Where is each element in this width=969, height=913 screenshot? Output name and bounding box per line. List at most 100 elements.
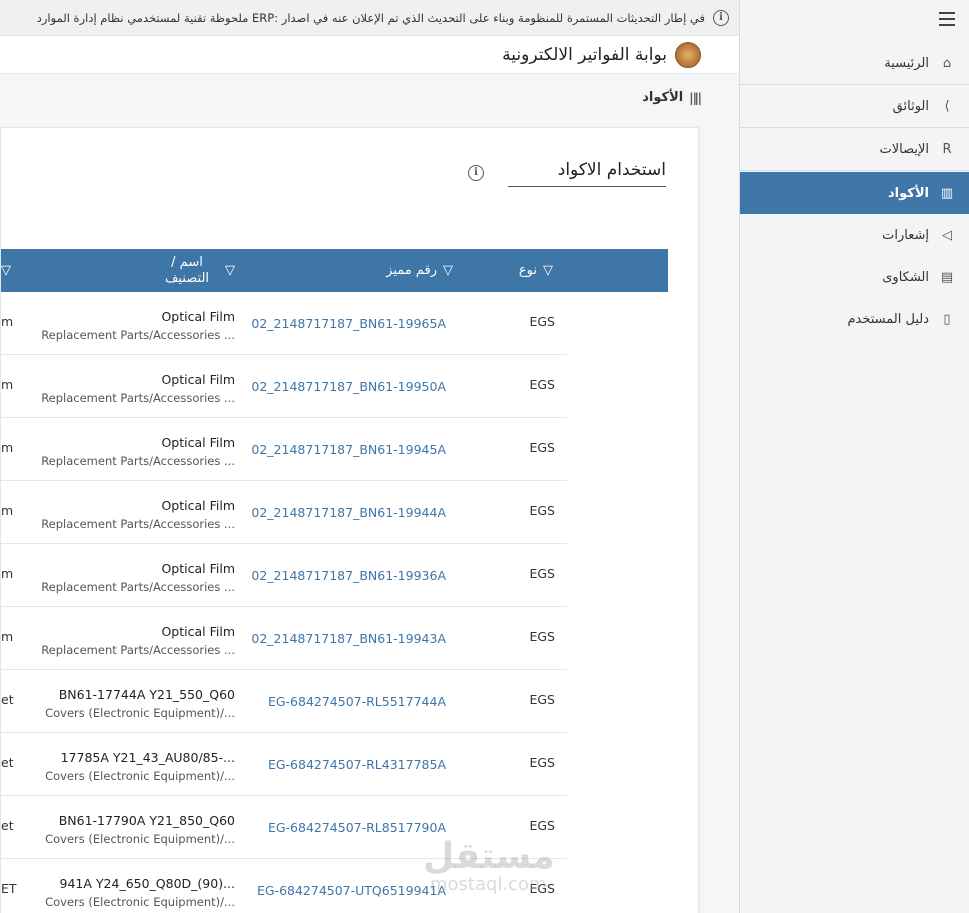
cell-code-link[interactable]: EG-684274507-RL8517790A [268,820,446,835]
portal-title: بوابة الفواتير الالكترونية [502,44,667,65]
filter-icon[interactable]: ▽ [225,263,235,278]
sidebar-item-1[interactable]: ⟨ الوثائق [740,86,969,128]
item-category: Covers (Electronic Equipment)/... [45,895,235,909]
watermark-domain: mostaql.com [430,874,547,895]
item-name: 941A Y24_650_Q80D_(90)... [59,876,235,891]
cell-code-link[interactable]: 02_2148717187_BN61-19965A [251,316,446,331]
header-name[interactable]: ▽ اسم / التصنيف [105,249,235,292]
cell-type: EGS [529,503,555,518]
cell-name: Optical Film Replacement Parts/Accessorie… [41,623,235,659]
table-body: EGS 02_2148717187_BN61-19965A Optical Film… [1,292,567,913]
home-icon: ⌂ [942,56,952,71]
item-name: Optical Film [161,498,235,513]
cell-code-link[interactable]: EG-684274507-RL4317785A [268,757,446,772]
cell-type: EGS [529,692,555,707]
cell-name: Optical Film Replacement Parts/Accessorie… [41,434,235,470]
sidebar-item-label: الرئيسية [884,56,929,71]
item-category: Replacement Parts/Accessories ... [41,328,235,342]
cell-type: EGS [529,629,555,644]
cell-type: EGS [529,566,555,581]
cell-code-link[interactable]: 02_2148717187_BN61-19936A [251,568,446,583]
table-row[interactable]: EGS EG-684274507-RL5517744A BN61-17744A Y2… [1,670,567,733]
portal-header: بوابة الفواتير الالكترونية [0,36,739,74]
cell-truncated: m [1,377,14,392]
cell-type: EGS [529,314,555,329]
cell-code-link[interactable]: 02_2148717187_BN61-19944A [251,505,446,520]
table-row[interactable]: EGS EG-684274507-RL4317785A 17785A Y21_43_… [1,733,567,796]
header-code[interactable]: ▽ رقم مميز [386,249,453,292]
complaint-icon: ▤ [940,269,954,285]
sidebar-item-2[interactable]: R الإيصالات [740,129,969,171]
cell-truncated: et [1,818,14,833]
item-category: Replacement Parts/Accessories ... [41,454,235,468]
sidebar-item-label: دليل المستخدم [847,311,929,327]
info-icon[interactable]: i [713,9,729,26]
cell-truncated: m [1,440,14,455]
item-category: Replacement Parts/Accessories ... [41,391,235,405]
item-category: Covers (Electronic Equipment)/... [45,832,235,846]
notice-bar: i ملحوظة تقنية لمستخدمي نظام إدارة الموا… [0,0,739,36]
sidebar-item-3[interactable]: ▥ الأكواد [740,172,969,214]
cell-truncated: m [1,566,14,581]
header-edge[interactable]: ▽ [1,249,11,292]
cell-code-link[interactable]: 02_2148717187_BN61-19950A [251,379,446,394]
item-name: Optical Film [161,372,235,387]
notice-text: ملحوظة تقنية لمستخدمي نظام إدارة الموارد… [36,10,705,25]
table-row[interactable]: EGS 02_2148717187_BN61-19945A Optical Film… [1,418,567,481]
section-header: استخدام الاكواد i [468,158,666,187]
cell-type: EGS [529,818,555,833]
cell-truncated: m [1,629,14,644]
item-name: Optical Film [161,561,235,576]
item-name: BN61-17744A Y21_550_Q60 [58,687,235,702]
table-row[interactable]: EGS 02_2148717187_BN61-19944A Optical Film… [1,481,567,544]
cell-code-link[interactable]: 02_2148717187_BN61-19945A [251,442,446,457]
sidebar-item-label: الأكواد [888,185,929,201]
watermark-logo: مستقل [423,836,555,877]
breadcrumb-label: الأكواد [642,90,684,105]
cell-type: EGS [529,755,555,770]
megaphone-icon: ◁ [942,227,952,243]
item-category: Replacement Parts/Accessories ... [41,517,235,531]
item-name: Optical Film [161,309,235,324]
sidebar-item-0[interactable]: ⌂ الرئيسية [740,43,969,85]
portal-logo-icon [675,41,701,68]
sidebar-item-label: الإيصالات [879,142,929,157]
table-header: ▽ نوع ▽ رقم مميز ▽ اسم / التصنيف ▽ [1,249,668,292]
cell-code-link[interactable]: EG-684274507-RL5517744A [268,694,446,709]
item-category: Replacement Parts/Accessories ... [41,580,235,594]
sidebar: ⌂ الرئيسية ⟨ الوثائق R الإيصالات ▥ الأكواد ◁ إشعا… [739,0,969,913]
filter-icon[interactable]: ▽ [1,263,11,278]
codes-card: استخدام الاكواد i ▽ نوع ▽ رقم مميز ▽ اسم… [0,127,699,913]
sidebar-item-label: إشعارات [882,227,929,243]
sidebar-item-label: الشكاوى [882,269,929,285]
cell-name: Optical Film Replacement Parts/Accessorie… [41,497,235,533]
barcode-icon: |‖| [689,90,702,105]
hamburger-menu-icon[interactable] [939,12,955,26]
section-info-icon[interactable]: i [468,164,484,181]
item-category: Replacement Parts/Accessories ... [41,643,235,657]
table-row[interactable]: EGS 02_2148717187_BN61-19936A Optical Film… [1,544,567,607]
receipts-icon: R [942,142,952,157]
cell-name: Optical Film Replacement Parts/Accessorie… [41,371,235,407]
item-name: BN61-17790A Y21_850_Q60 [58,813,235,828]
cell-name: BN61-17744A Y21_550_Q60 Covers (Electroni… [45,686,235,722]
sidebar-item-4[interactable]: ◁ إشعارات [740,214,969,256]
book-icon: ▯ [943,311,951,327]
sidebar-item-label: الوثائق [892,99,929,114]
table-row[interactable]: EGS 02_2148717187_BN61-19950A Optical Film… [1,355,567,418]
filter-icon[interactable]: ▽ [543,263,553,278]
cell-truncated: ET [1,881,17,896]
cell-code-link[interactable]: 02_2148717187_BN61-19943A [251,631,446,646]
table-row[interactable]: EGS 02_2148717187_BN61-19943A Optical Film… [1,607,567,670]
sidebar-item-6[interactable]: ▯ دليل المستخدم [740,298,969,340]
sidebar-item-5[interactable]: ▤ الشكاوى [740,256,969,298]
table-row[interactable]: EGS 02_2148717187_BN61-19965A Optical Film… [1,292,567,355]
cell-name: 941A Y24_650_Q80D_(90)... Covers (Electro… [45,875,235,911]
cell-code-link[interactable]: EG-684274507-UTQ6519941A [257,883,446,898]
breadcrumb: |‖| الأكواد [0,75,739,120]
item-name: Optical Film [161,624,235,639]
cell-truncated: m [1,314,14,329]
filter-icon[interactable]: ▽ [443,263,453,278]
header-type[interactable]: ▽ نوع [519,249,553,292]
cell-truncated: m [1,503,14,518]
